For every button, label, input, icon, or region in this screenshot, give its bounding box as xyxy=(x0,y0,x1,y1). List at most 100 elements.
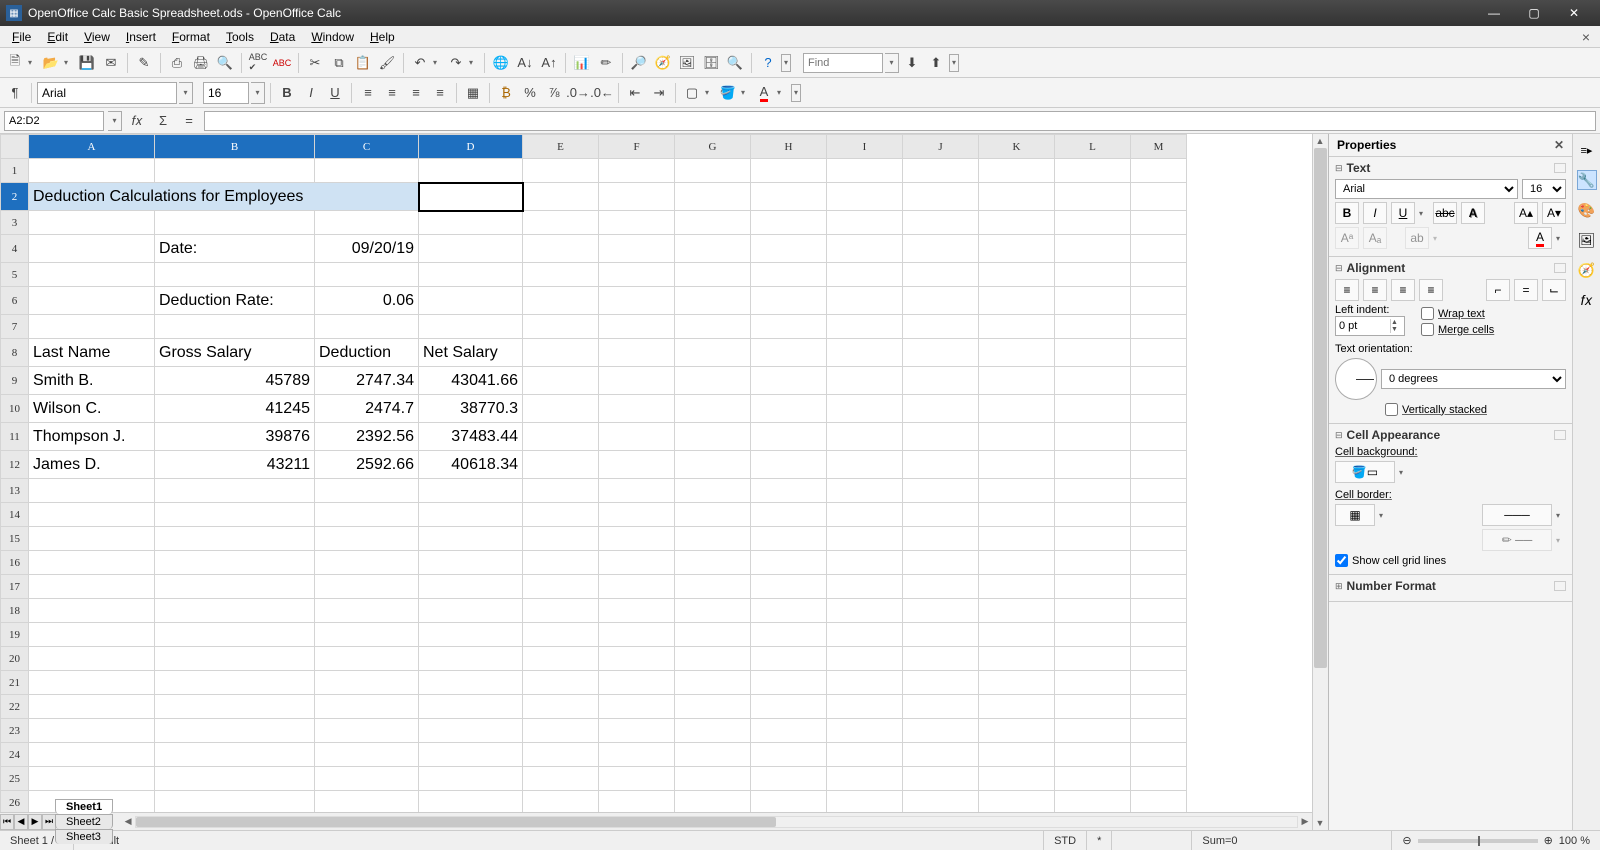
row-header-16[interactable]: 16 xyxy=(1,551,29,575)
cell-J15[interactable] xyxy=(903,527,979,551)
cell-C14[interactable] xyxy=(315,503,419,527)
sb-subscript-button[interactable]: Aₐ xyxy=(1363,227,1387,249)
cell-J18[interactable] xyxy=(903,599,979,623)
tab-nav-first[interactable]: ⏮ xyxy=(0,814,14,830)
zoom-controls[interactable]: ⊖ ⊕ 100 % xyxy=(1392,831,1600,850)
number-format-more[interactable] xyxy=(1554,581,1566,591)
cell-D17[interactable] xyxy=(419,575,523,599)
email-button[interactable]: ✉ xyxy=(100,52,122,74)
cell-B17[interactable] xyxy=(155,575,315,599)
cell-A22[interactable] xyxy=(29,695,155,719)
cell-L6[interactable] xyxy=(1055,287,1131,315)
cell-F7[interactable] xyxy=(599,315,675,339)
cell-F24[interactable] xyxy=(599,743,675,767)
cell-A3[interactable] xyxy=(29,211,155,235)
cell-L3[interactable] xyxy=(1055,211,1131,235)
cell-H6[interactable] xyxy=(751,287,827,315)
cell-J6[interactable] xyxy=(903,287,979,315)
cell-F2[interactable] xyxy=(599,183,675,211)
cell-C18[interactable] xyxy=(315,599,419,623)
text-section-more[interactable] xyxy=(1554,163,1566,173)
col-header-D[interactable]: D xyxy=(419,135,523,159)
cell-F14[interactable] xyxy=(599,503,675,527)
paste-button[interactable]: 📋 xyxy=(352,52,374,74)
cell-C11[interactable]: 2392.56 xyxy=(315,423,419,451)
cell-M21[interactable] xyxy=(1131,671,1187,695)
cell-H26[interactable] xyxy=(751,791,827,813)
cell-I10[interactable] xyxy=(827,395,903,423)
copy-button[interactable]: ⧉ xyxy=(328,52,350,74)
cell-H22[interactable] xyxy=(751,695,827,719)
row-header-14[interactable]: 14 xyxy=(1,503,29,527)
cell-A6[interactable] xyxy=(29,287,155,315)
cell-I5[interactable] xyxy=(827,263,903,287)
cell-D6[interactable] xyxy=(419,287,523,315)
cell-G24[interactable] xyxy=(675,743,751,767)
cell-L4[interactable] xyxy=(1055,235,1131,263)
percent-button[interactable]: % xyxy=(519,82,541,104)
cell-K1[interactable] xyxy=(979,159,1055,183)
cell-H19[interactable] xyxy=(751,623,827,647)
cell-I2[interactable] xyxy=(827,183,903,211)
cell-H9[interactable] xyxy=(751,367,827,395)
cell-K23[interactable] xyxy=(979,719,1055,743)
cell-C13[interactable] xyxy=(315,479,419,503)
cell-H2[interactable] xyxy=(751,183,827,211)
cell-M13[interactable] xyxy=(1131,479,1187,503)
cell-H1[interactable] xyxy=(751,159,827,183)
sort-asc-button[interactable]: A↓ xyxy=(514,52,536,74)
datasources-button[interactable]: 🗄 xyxy=(700,52,722,74)
cell-J21[interactable] xyxy=(903,671,979,695)
find-prev-button[interactable]: ⬆ xyxy=(925,52,947,74)
cell-A21[interactable] xyxy=(29,671,155,695)
cell-E9[interactable] xyxy=(523,367,599,395)
cell-G10[interactable] xyxy=(675,395,751,423)
cell-K26[interactable] xyxy=(979,791,1055,813)
find-toolbar-overflow[interactable]: ▾ xyxy=(949,54,959,72)
cell-I15[interactable] xyxy=(827,527,903,551)
cell-L8[interactable] xyxy=(1055,339,1131,367)
cell-F18[interactable] xyxy=(599,599,675,623)
cell-F22[interactable] xyxy=(599,695,675,719)
sb-italic-button[interactable]: I xyxy=(1363,202,1387,224)
cell-I24[interactable] xyxy=(827,743,903,767)
print-preview-button[interactable]: 🔍 xyxy=(214,52,236,74)
cell-J7[interactable] xyxy=(903,315,979,339)
sb-grow-font-button[interactable]: A▴ xyxy=(1514,202,1538,224)
sheet-tab-sheet3[interactable]: Sheet3 xyxy=(55,829,113,844)
tab-nav-prev[interactable]: ◀ xyxy=(14,814,28,830)
cell-K25[interactable] xyxy=(979,767,1055,791)
cell-A20[interactable] xyxy=(29,647,155,671)
cell-D5[interactable] xyxy=(419,263,523,287)
cell-L20[interactable] xyxy=(1055,647,1131,671)
cell-B1[interactable] xyxy=(155,159,315,183)
cell-H8[interactable] xyxy=(751,339,827,367)
cell-J11[interactable] xyxy=(903,423,979,451)
cell-E15[interactable] xyxy=(523,527,599,551)
row-header-7[interactable]: 7 xyxy=(1,315,29,339)
cell-A11[interactable]: Thompson J. xyxy=(29,423,155,451)
spellcheck-button[interactable]: ABC✔ xyxy=(247,52,269,74)
cell-G15[interactable] xyxy=(675,527,751,551)
cell-I23[interactable] xyxy=(827,719,903,743)
cell-L16[interactable] xyxy=(1055,551,1131,575)
cell-K14[interactable] xyxy=(979,503,1055,527)
cell-M20[interactable] xyxy=(1131,647,1187,671)
cell-E23[interactable] xyxy=(523,719,599,743)
cell-B13[interactable] xyxy=(155,479,315,503)
cell-M25[interactable] xyxy=(1131,767,1187,791)
cell-I12[interactable] xyxy=(827,451,903,479)
row-header-18[interactable]: 18 xyxy=(1,599,29,623)
cell-F1[interactable] xyxy=(599,159,675,183)
cell-M2[interactable] xyxy=(1131,183,1187,211)
col-header-B[interactable]: B xyxy=(155,135,315,159)
cell-F15[interactable] xyxy=(599,527,675,551)
open-button[interactable]: 📂 xyxy=(40,52,62,74)
align-center-button[interactable]: ≡ xyxy=(381,82,403,104)
cell-A23[interactable] xyxy=(29,719,155,743)
find-dropdown[interactable]: ▾ xyxy=(885,53,899,73)
cell-B21[interactable] xyxy=(155,671,315,695)
cell-G25[interactable] xyxy=(675,767,751,791)
cell-B25[interactable] xyxy=(155,767,315,791)
col-header-I[interactable]: I xyxy=(827,135,903,159)
